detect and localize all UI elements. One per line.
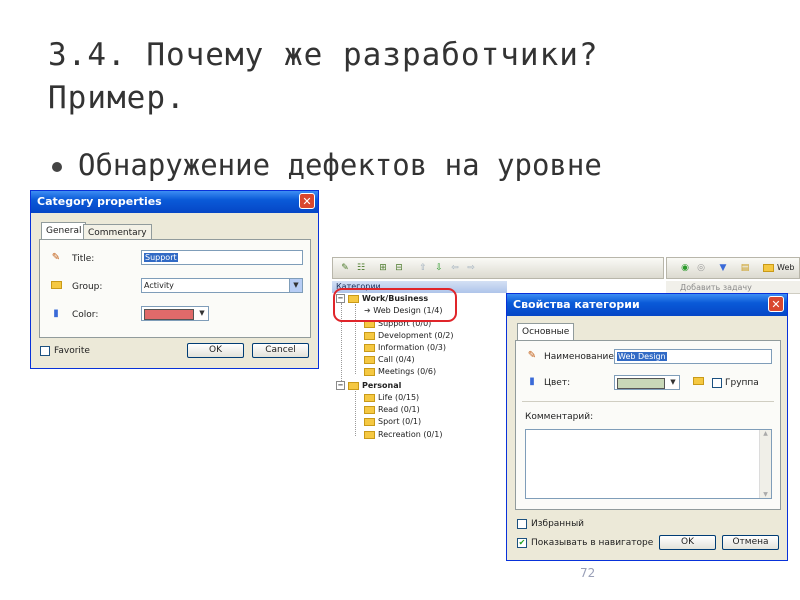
cancel-button[interactable]: Отмена <box>722 535 779 550</box>
forward-icon[interactable]: ◎ <box>695 262 707 274</box>
show-in-navigator-checkbox[interactable]: ✔ <box>517 538 527 548</box>
name-input[interactable]: Web Design <box>614 349 772 364</box>
left-icon[interactable]: ⇦ <box>449 262 461 274</box>
right-icon[interactable]: ⇨ <box>465 262 477 274</box>
color-palette-icon: ▮ <box>53 308 59 319</box>
back-icon[interactable]: ◉ <box>679 262 691 274</box>
folder-icon <box>364 430 375 439</box>
favorite-label: Favorite <box>54 346 90 356</box>
dialog-titlebar: Свойства категории ✕ <box>507 294 787 316</box>
folder-icon <box>692 376 704 388</box>
tree-item[interactable]: Recreation (0/1) <box>364 429 442 441</box>
up-icon[interactable]: ⇧ <box>417 262 429 274</box>
toolbar-web-label[interactable]: Web <box>763 263 794 272</box>
add-sub-icon[interactable]: ⊟ <box>393 262 405 274</box>
favorite-checkbox[interactable] <box>40 346 50 356</box>
category-properties-ru-dialog: Свойства категории ✕ Основные ✎ Наименов… <box>506 293 788 561</box>
scrollbar[interactable]: ▲ ▼ <box>759 430 771 498</box>
folder-icon <box>364 343 375 352</box>
tab-commentary[interactable]: Commentary <box>83 224 152 240</box>
slide-title-line-1: 3.4. Почему же разработчики? <box>48 37 599 73</box>
collapse-icon[interactable]: − <box>336 381 345 390</box>
color-picker[interactable]: ▼ <box>614 375 680 390</box>
right-toolbar: ◉ ◎ ▼ ▤ Web <box>666 257 800 279</box>
add-icon[interactable]: ⊞ <box>377 262 389 274</box>
comment-label: Комментарий: <box>525 412 594 422</box>
tree-toolbar: ✎ ☷ ⊞ ⊟ ⇧ ⇩ ⇦ ⇨ <box>332 257 664 279</box>
folder-icon <box>348 381 359 390</box>
dialog-title: Свойства категории <box>513 298 640 311</box>
comment-textarea[interactable]: ▲ ▼ <box>525 429 772 499</box>
highlight-annotation <box>333 288 457 322</box>
name-label: Наименование: <box>544 352 617 362</box>
tab-general[interactable]: General <box>41 222 87 239</box>
tree-group-personal[interactable]: − Personal <box>336 380 401 392</box>
bullet-dot-icon <box>52 162 62 172</box>
dialog-titlebar: Category properties ✕ <box>31 191 318 213</box>
group-folder-icon <box>50 280 62 292</box>
color-label: Цвет: <box>544 378 571 388</box>
chevron-down-icon[interactable]: ▼ <box>289 279 302 292</box>
folder-icon <box>364 367 375 376</box>
scroll-up-icon[interactable]: ▲ <box>760 430 771 437</box>
folder-icon <box>364 331 375 340</box>
group-checkbox-label: Группа <box>725 378 759 388</box>
tree-item[interactable]: Meetings (0/6) <box>364 366 436 378</box>
chevron-down-icon[interactable]: ▼ <box>667 376 679 389</box>
slide-title: 3.4. Почему же разработчики? Пример. <box>48 34 768 120</box>
scroll-down-icon[interactable]: ▼ <box>760 491 771 498</box>
group-label: Group: <box>72 282 103 292</box>
divider <box>522 401 774 402</box>
close-icon[interactable]: ✕ <box>299 193 315 209</box>
show-in-navigator-label: Показывать в навигаторе <box>531 538 654 548</box>
ok-button[interactable]: OK <box>187 343 244 358</box>
bullet-item: Обнаружение дефектов на уровне <box>52 148 602 182</box>
group-select[interactable]: Activity ▼ <box>141 278 303 293</box>
folder-icon <box>763 263 774 272</box>
properties-icon[interactable]: ☷ <box>355 262 367 274</box>
folder-icon <box>364 405 375 414</box>
tree-connector <box>355 391 356 436</box>
favorite-checkbox[interactable] <box>517 519 527 529</box>
slide-title-line-2: Пример. <box>48 80 186 116</box>
color-label: Color: <box>72 310 99 320</box>
down-icon[interactable]: ⇩ <box>433 262 445 274</box>
filter-icon[interactable]: ▼ <box>717 262 729 274</box>
category-properties-dialog: Category properties ✕ General Commentary… <box>30 190 319 369</box>
pencil-icon: ✎ <box>527 350 537 361</box>
folder-icon <box>364 417 375 426</box>
close-icon[interactable]: ✕ <box>768 296 784 312</box>
folder-icon <box>364 393 375 402</box>
color-swatch <box>617 378 665 389</box>
color-palette-icon: ▮ <box>529 376 535 387</box>
dialog-title: Category properties <box>37 195 162 208</box>
ok-button[interactable]: OK <box>659 535 716 550</box>
group-checkbox[interactable] <box>712 378 722 388</box>
folder-icon <box>364 355 375 364</box>
page-number: 72 <box>580 566 596 580</box>
chevron-down-icon[interactable]: ▼ <box>196 307 208 320</box>
tree-item[interactable]: Information (0/3) <box>364 342 446 354</box>
favorite-label: Избранный <box>531 519 585 529</box>
title-input[interactable]: Support <box>141 250 303 265</box>
cancel-button[interactable]: Cancel <box>252 343 309 358</box>
tree-item[interactable]: Call (0/4) <box>364 354 415 366</box>
edit-icon[interactable]: ✎ <box>339 262 351 274</box>
bullet-text: Обнаружение дефектов на уровне <box>78 148 602 182</box>
color-swatch <box>144 309 194 320</box>
tab-main[interactable]: Основные <box>517 323 575 340</box>
general-panel: ✎ Title: Support Group: Activity ▼ ▮ Col… <box>39 239 311 338</box>
folder-menu-icon[interactable]: ▤ <box>739 262 751 274</box>
tree-item[interactable]: Life (0/15) <box>364 392 419 404</box>
tree-item[interactable]: Sport (0/1) <box>364 416 421 428</box>
color-picker[interactable]: ▼ <box>141 306 209 321</box>
title-label: Title: <box>72 254 95 264</box>
pencil-icon: ✎ <box>51 252 61 263</box>
main-panel: ✎ Наименование: Web Design ▮ Цвет: ▼ Гру… <box>515 340 781 510</box>
tree-item[interactable]: Development (0/2) <box>364 330 454 342</box>
tree-item[interactable]: Read (0/1) <box>364 404 420 416</box>
